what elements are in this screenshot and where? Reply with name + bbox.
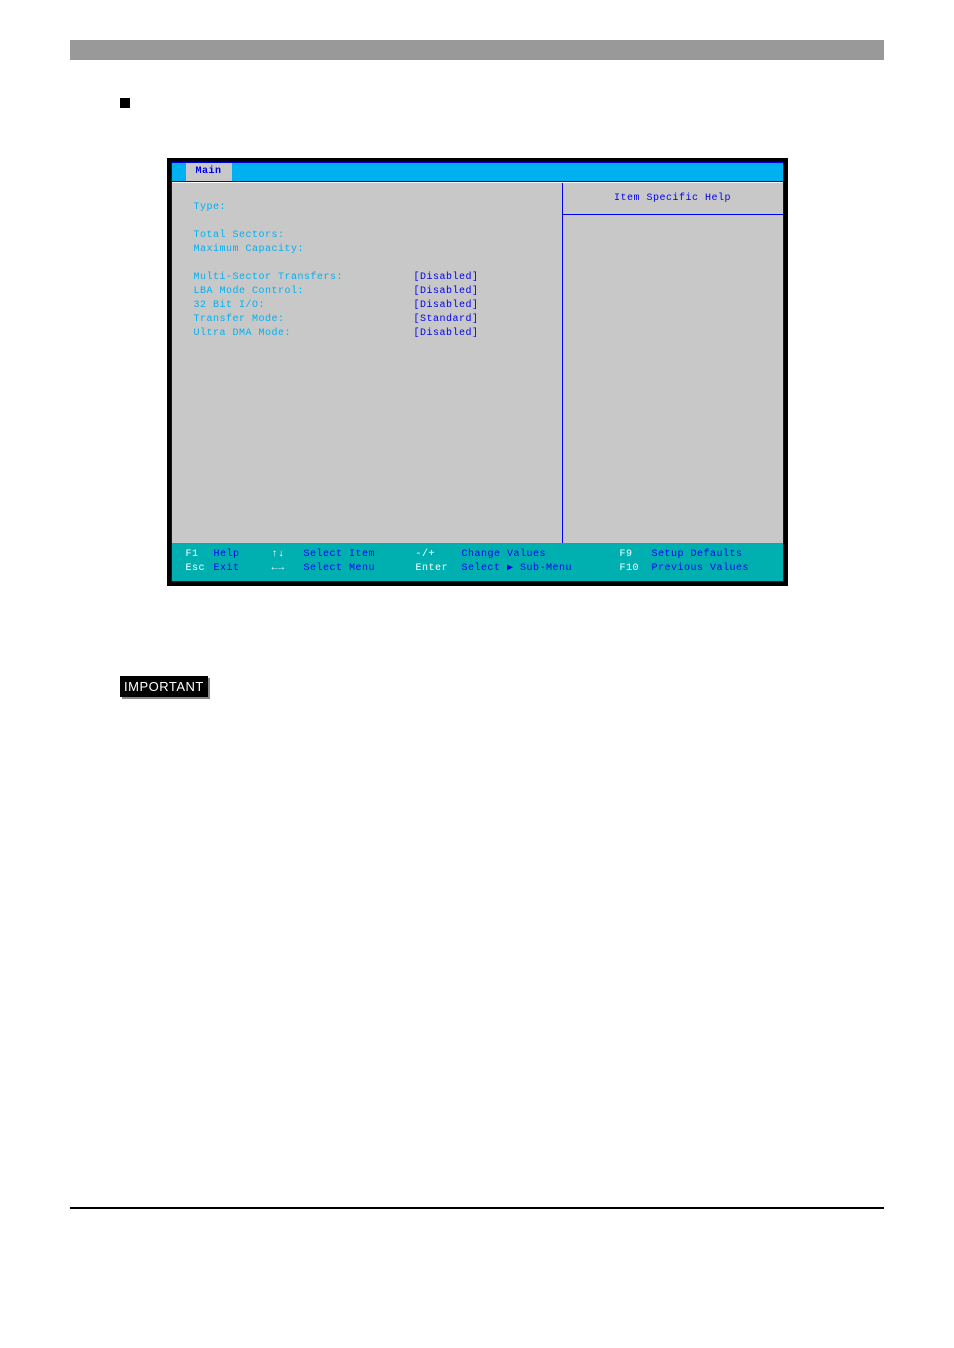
label-change-values: Change Values xyxy=(462,548,620,562)
field-multi-sector-transfers[interactable]: Multi-Sector Transfers: xyxy=(194,271,414,285)
key-enter: Enter xyxy=(416,562,462,576)
bios-titlebar: Main xyxy=(172,163,783,182)
label-select-item: Select Item xyxy=(304,548,416,562)
section-marker xyxy=(120,95,954,108)
label-select-submenu: Select ▶ Sub-Menu xyxy=(462,562,620,576)
important-badge: IMPORTANT xyxy=(120,676,208,697)
tab-main[interactable]: Main xyxy=(186,163,232,181)
label-exit: Exit xyxy=(214,562,272,576)
label-select-menu: Select Menu xyxy=(304,562,416,576)
page-header-bar xyxy=(70,40,884,60)
help-panel-title: Item Specific Help xyxy=(563,183,783,215)
value-32-bit-io[interactable]: [Disabled] xyxy=(414,299,479,313)
field-ultra-dma-mode[interactable]: Ultra DMA Mode: xyxy=(194,327,414,341)
field-total-sectors: Total Sectors: xyxy=(194,229,414,243)
value-lba-mode-control[interactable]: [Disabled] xyxy=(414,285,479,299)
bios-footer: F1 Help ↑↓ Select Item -/+ Change Values… xyxy=(172,543,783,581)
field-lba-mode-control[interactable]: LBA Mode Control: xyxy=(194,285,414,299)
label-previous-values: Previous Values xyxy=(652,562,750,576)
bios-content: Type: Total Sectors: Maximum Capacity: M… xyxy=(172,182,783,543)
field-maximum-capacity: Maximum Capacity: xyxy=(194,243,414,257)
key-f1: F1 xyxy=(186,548,214,562)
key-esc: Esc xyxy=(186,562,214,576)
value-transfer-mode[interactable]: [Standard] xyxy=(414,313,479,327)
help-panel: Item Specific Help xyxy=(562,183,783,543)
bios-window: Main Type: Total Sectors: Maximum Capaci… xyxy=(167,158,788,586)
key-updown-icon: ↑↓ xyxy=(272,548,304,562)
label-help: Help xyxy=(214,548,272,562)
value-ultra-dma-mode[interactable]: [Disabled] xyxy=(414,327,479,341)
key-f10: F10 xyxy=(620,562,652,576)
field-32-bit-io[interactable]: 32 Bit I/O: xyxy=(194,299,414,313)
label-setup-defaults: Setup Defaults xyxy=(652,548,743,562)
field-type[interactable]: Type: xyxy=(194,201,414,215)
field-transfer-mode[interactable]: Transfer Mode: xyxy=(194,313,414,327)
key-leftright-icon: ←→ xyxy=(272,562,304,576)
page-footer-line xyxy=(70,1207,884,1211)
bullet-square-icon xyxy=(120,98,130,108)
value-multi-sector-transfers[interactable]: [Disabled] xyxy=(414,271,479,285)
key-plusminus: -/+ xyxy=(416,548,462,562)
key-f9: F9 xyxy=(620,548,652,562)
bios-left-panel: Type: Total Sectors: Maximum Capacity: M… xyxy=(172,183,562,543)
